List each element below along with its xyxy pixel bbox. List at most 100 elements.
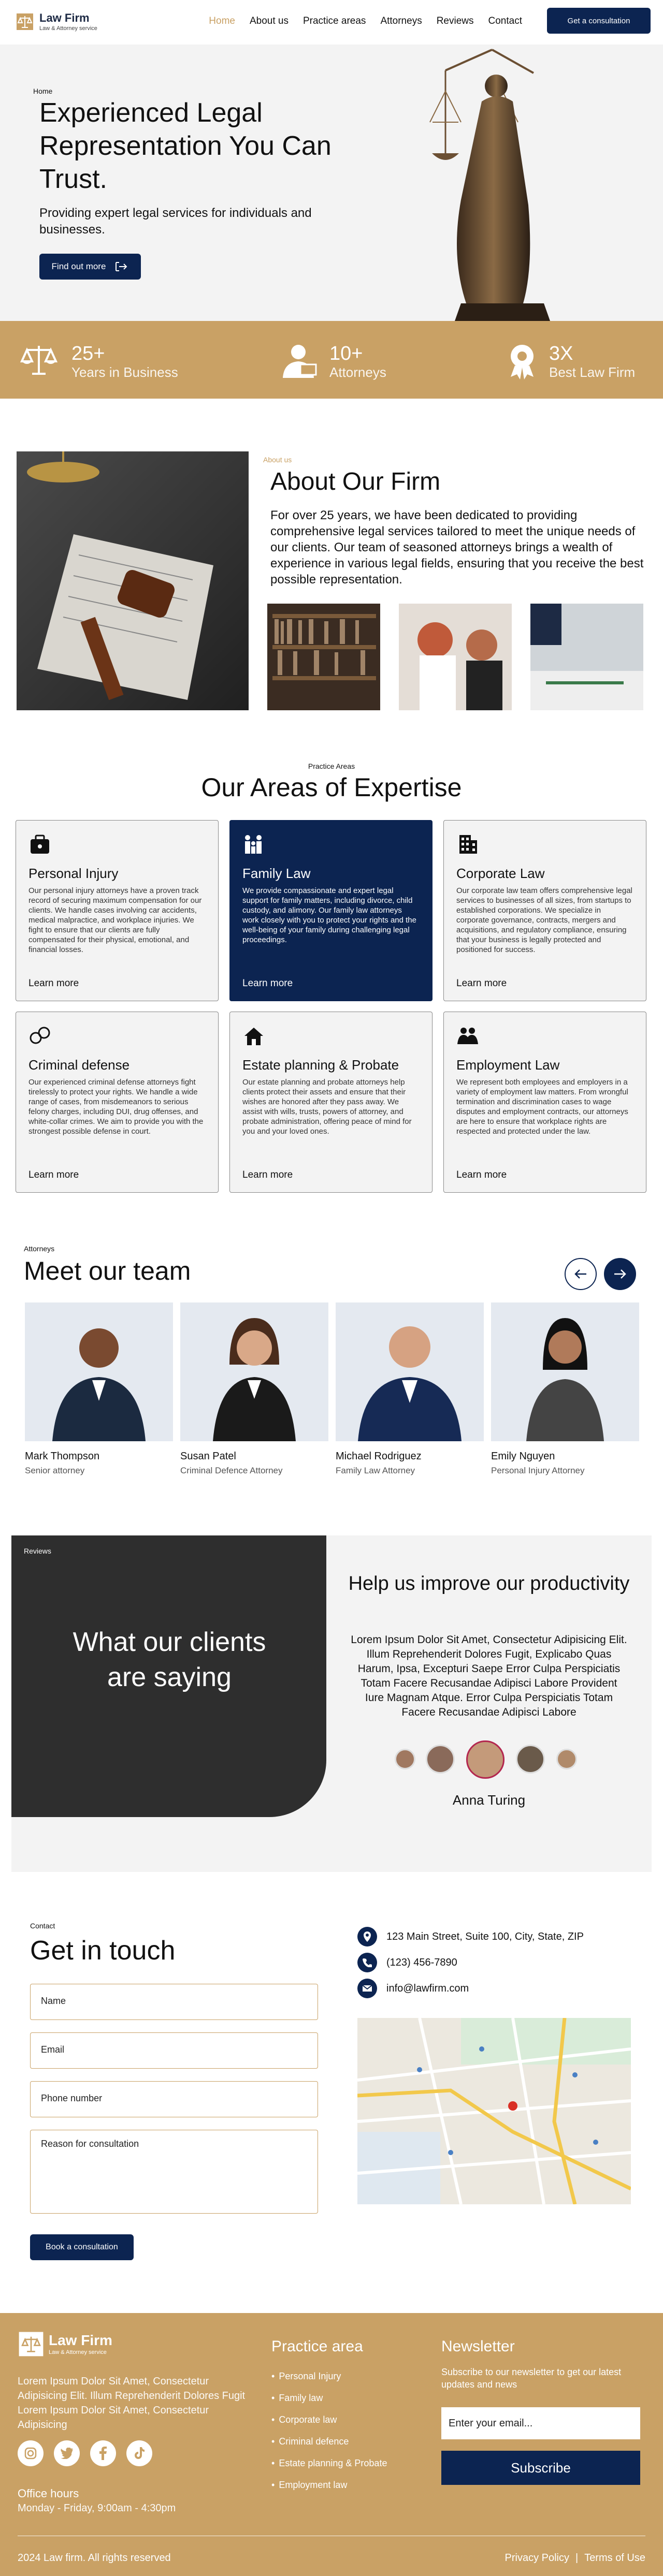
learn-more-link[interactable]: Learn more [456,978,507,989]
nav-attorneys[interactable]: Attorneys [380,16,422,27]
reviewer-avatar[interactable] [556,1749,577,1769]
find-out-more-button[interactable]: Find out more [39,254,141,280]
team-member[interactable]: Michael Rodriguez Family Law Attorney [336,1302,484,1476]
attorney-icon [283,345,317,378]
contact-tag: Contact [30,1922,55,1930]
reviewer-avatar[interactable] [516,1745,545,1774]
handcuffs-icon [30,1027,50,1044]
practice-title: Our Areas of Expertise [201,773,462,802]
card-text: We represent both employees and employer… [456,1078,628,1136]
card-employment-law[interactable]: Employment Law We represent both employe… [443,1012,646,1193]
stat-award-number: 3X [549,343,573,364]
subscribe-button[interactable]: Subscribe [441,2451,640,2485]
header: Law Firm Law & Attorney service Home Abo… [0,0,663,45]
practice-tag: Practice Areas [308,762,355,770]
office-hours-text: Monday - Friday, 9:00am - 4:30pm [18,2502,176,2514]
member-name: Emily Nguyen [491,1451,555,1462]
library-image [267,604,380,710]
reviewer-avatar[interactable] [426,1745,455,1774]
learn-more-link[interactable]: Learn more [28,1169,79,1181]
footer-about: Lorem Ipsum Dolor Sit Amet, Consectetur … [18,2376,246,2431]
stat-years-label: Years in Business [71,364,178,380]
facebook-icon[interactable] [90,2440,116,2466]
learn-more-link[interactable]: Learn more [456,1169,507,1181]
hero-section: Home Experienced Legal Representation Yo… [0,45,663,321]
next-arrow-button[interactable] [604,1258,636,1290]
stat-attorneys: 10+ Attorneys [280,343,386,380]
phone-info[interactable]: (123) 456-7890 [357,1953,457,1972]
email-info[interactable]: info@lawfirm.com [357,1979,469,1998]
breadcrumb[interactable]: Home [33,87,52,95]
learn-more-link[interactable]: Learn more [242,1169,293,1181]
nav-contact[interactable]: Contact [488,16,522,27]
email-field[interactable]: Email [30,2032,318,2069]
find-out-more-label: Find out more [51,261,106,271]
footer-practice: Practice area Personal Injury Family law… [271,2338,387,2501]
team-member[interactable]: Susan Patel Criminal Defence Attorney [180,1302,328,1476]
stat-attorneys-label: Attorneys [329,364,386,380]
phone-field[interactable]: Phone number [30,2081,318,2117]
member-name: Mark Thompson [25,1451,100,1462]
address-text: 123 Main Street, Suite 100, City, State,… [386,1930,584,1942]
legal-links: Privacy Policy | Terms of Use [505,2552,646,2564]
team-member[interactable]: Emily Nguyen Personal Injury Attorney [491,1302,639,1476]
member-role: Personal Injury Attorney [491,1466,585,1475]
about-gavel-image [17,451,249,710]
location-icon [357,1927,377,1946]
consultation-button[interactable]: Get a consultation [547,8,651,34]
prev-arrow-button[interactable] [565,1258,597,1290]
about-title: About Our Firm [270,468,441,495]
book-consultation-button[interactable]: Book a consultation [30,2234,134,2260]
team-member[interactable]: Mark Thompson Senior attorney [25,1302,173,1476]
instagram-icon[interactable] [18,2440,44,2466]
email-text: info@lawfirm.com [386,1982,469,1994]
member-name: Susan Patel [180,1451,236,1462]
footer-link[interactable]: Personal Injury [271,2371,387,2382]
footer-link[interactable]: Corporate law [271,2414,387,2425]
stat-award: 3X Best Law Firm [507,343,635,380]
reviewer-avatar[interactable] [395,1749,415,1769]
name-field[interactable]: Name [30,1984,318,2020]
nav-practice-areas[interactable]: Practice areas [303,16,366,27]
footer-link[interactable]: Employment law [271,2480,387,2491]
logo[interactable]: Law Firm Law & Attorney service [15,11,97,32]
stat-years-number: 25+ [71,343,105,364]
nav-reviews[interactable]: Reviews [437,16,474,27]
hero-title: Experienced Legal Representation You Can… [39,98,332,194]
twitter-icon[interactable] [54,2440,80,2466]
member-name: Michael Rodriguez [336,1451,422,1462]
footer-link[interactable]: Criminal defence [271,2436,387,2447]
address-info: 123 Main Street, Suite 100, City, State,… [357,1927,584,1946]
member-role: Family Law Attorney [336,1466,415,1475]
card-text: Our corporate law team offers comprehens… [456,886,632,954]
footer: Law Firm Law & Attorney service Lorem Ip… [0,2313,663,2576]
card-criminal-defense[interactable]: Criminal defense Our experienced crimina… [16,1012,219,1193]
learn-more-link[interactable]: Learn more [28,978,79,989]
member-photo [336,1302,484,1441]
card-title: Employment Law [456,1057,560,1073]
hero-subtitle: Providing expert legal services for indi… [39,206,312,237]
reason-field[interactable]: Reason for consultation [30,2130,318,2214]
about-text: For over 25 years, we have been dedicate… [270,508,644,587]
arrow-right-icon [614,1269,626,1279]
consultation-image [399,604,512,710]
footer-newsletter: Newsletter Subscribe to our newsletter t… [441,2338,640,2391]
reviewer-avatar-active[interactable] [466,1740,505,1779]
nav-home[interactable]: Home [209,16,235,27]
card-estate-planning[interactable]: Estate planning & Probate Our estate pla… [229,1012,433,1193]
newsletter-email-input[interactable]: Enter your email... [441,2407,640,2439]
lady-justice-statue [429,49,550,321]
learn-more-link[interactable]: Learn more [242,978,293,989]
footer-link[interactable]: Estate planning & Probate [271,2458,387,2469]
card-family-law[interactable]: Family Law We provide compassionate and … [229,820,433,1001]
tiktok-icon[interactable] [126,2440,152,2466]
privacy-link[interactable]: Privacy Policy [505,2552,569,2564]
location-map[interactable] [357,2018,631,2204]
card-personal-injury[interactable]: Personal Injury Our personal injury atto… [16,820,219,1001]
card-corporate-law[interactable]: Corporate Law Our corporate law team off… [443,820,646,1001]
terms-link[interactable]: Terms of Use [584,2552,645,2564]
card-text: We provide compassionate and expert lega… [242,886,416,944]
footer-link[interactable]: Family law [271,2393,387,2404]
footer-logo[interactable]: Law Firm Law & Attorney service [18,2331,112,2358]
nav-about[interactable]: About us [250,16,289,27]
